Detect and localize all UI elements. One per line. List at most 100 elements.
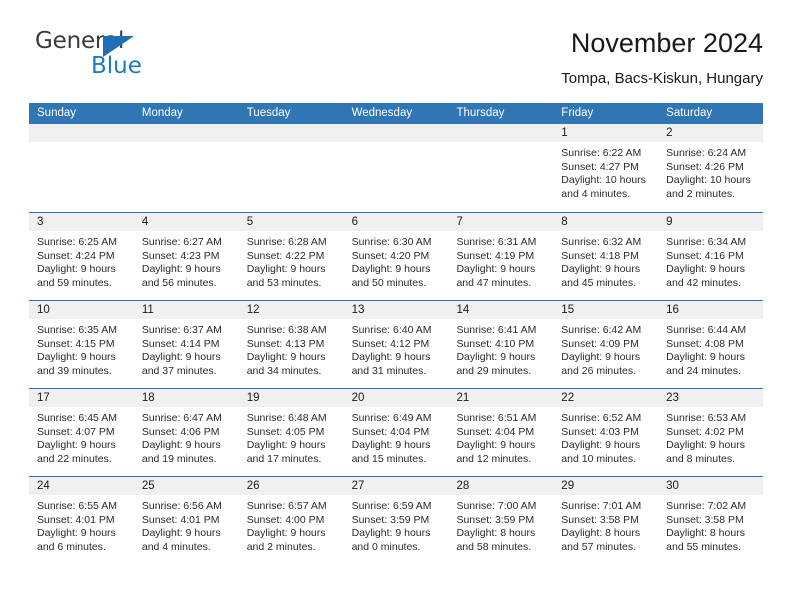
sunset-text: Sunset: 4:23 PM bbox=[141, 249, 220, 262]
sunrise-text: Sunrise: 6:53 AM bbox=[666, 412, 747, 424]
day-sun-info: Sunrise: 6:25 AM Sunset: 4:24 PM Daylight:… bbox=[29, 231, 134, 290]
calendar-day-cell[interactable]: 13 Sunrise: 6:40 AM Sunset: 4:12 PM Dayligh… bbox=[343, 301, 449, 388]
calendar-day-cell[interactable]: 19 Sunrise: 6:48 AM Sunset: 4:05 PM Dayligh… bbox=[238, 389, 344, 476]
sunset-text: Sunset: 4:00 PM bbox=[246, 513, 325, 526]
sunset-text: Sunset: 3:59 PM bbox=[456, 513, 535, 526]
calendar-day-cell[interactable]: 27 Sunrise: 6:59 AM Sunset: 3:59 PM Dayligh… bbox=[343, 477, 449, 564]
sunrise-text: Sunrise: 6:41 AM bbox=[456, 324, 537, 336]
sunrise-text: Sunrise: 6:45 AM bbox=[37, 412, 117, 424]
daylight-text: Daylight: 9 hours and 6 minutes. bbox=[37, 527, 116, 553]
sunset-text: Sunset: 4:15 PM bbox=[37, 337, 115, 350]
day-sun-info: Sunrise: 6:57 AM Sunset: 4:00 PM Daylight:… bbox=[239, 495, 344, 554]
day-number: 15 bbox=[553, 301, 659, 319]
calendar-day-cell[interactable]: 26 Sunrise: 6:57 AM Sunset: 4:00 PM Dayligh… bbox=[238, 477, 344, 564]
day-number bbox=[238, 124, 344, 142]
calendar-day-cell[interactable]: 16 Sunrise: 6:44 AM Sunset: 4:08 PM Dayligh… bbox=[658, 301, 764, 388]
daylight-text: Daylight: 9 hours and 47 minutes. bbox=[456, 263, 536, 289]
day-number: 4 bbox=[133, 213, 239, 231]
weekday-header-saturday: Saturday bbox=[666, 107, 713, 119]
calendar-day-cell[interactable]: 28 Sunrise: 7:00 AM Sunset: 3:59 PM Dayligh… bbox=[448, 477, 554, 564]
daylight-text: Daylight: 9 hours and 15 minutes. bbox=[351, 439, 431, 465]
daylight-text: Daylight: 9 hours and 50 minutes. bbox=[351, 263, 431, 289]
calendar-day-cell[interactable]: 11 Sunrise: 6:37 AM Sunset: 4:14 PM Dayligh… bbox=[133, 301, 239, 388]
calendar-day-cell[interactable]: 10 Sunrise: 6:35 AM Sunset: 4:15 PM Dayligh… bbox=[29, 301, 134, 388]
calendar-day-cell[interactable]: 14 Sunrise: 6:41 AM Sunset: 4:10 PM Dayligh… bbox=[448, 301, 554, 388]
calendar-day-cell[interactable]: 23 Sunrise: 6:53 AM Sunset: 4:02 PM Dayligh… bbox=[658, 389, 764, 476]
brand-logo[interactable]: General Blue bbox=[29, 26, 269, 88]
calendar-day-cell[interactable]: 3 Sunrise: 6:25 AM Sunset: 4:24 PM Daylight… bbox=[29, 213, 134, 300]
calendar-day-cell[interactable]: 29 Sunrise: 7:01 AM Sunset: 3:58 PM Dayligh… bbox=[553, 477, 659, 564]
daylight-text: Daylight: 10 hours and 2 minutes. bbox=[666, 174, 751, 200]
day-number: 1 bbox=[553, 124, 659, 142]
day-sun-info: Sunrise: 6:49 AM Sunset: 4:04 PM Daylight:… bbox=[344, 407, 449, 466]
day-sun-info: Sunrise: 6:22 AM Sunset: 4:27 PM Daylight:… bbox=[553, 142, 658, 201]
daylight-text: Daylight: 9 hours and 45 minutes. bbox=[561, 263, 641, 289]
day-sun-info: Sunrise: 6:47 AM Sunset: 4:06 PM Daylight:… bbox=[134, 407, 239, 466]
calendar-day-cell[interactable]: 21 Sunrise: 6:51 AM Sunset: 4:04 PM Dayligh… bbox=[448, 389, 554, 476]
calendar-day-cell[interactable]: 22 Sunrise: 6:52 AM Sunset: 4:03 PM Dayligh… bbox=[553, 389, 659, 476]
day-number: 17 bbox=[29, 389, 134, 407]
sunset-text: Sunset: 4:13 PM bbox=[246, 337, 325, 350]
calendar-day-cell[interactable]: 18 Sunrise: 6:47 AM Sunset: 4:06 PM Dayligh… bbox=[133, 389, 239, 476]
calendar-day-cell[interactable]: 24 Sunrise: 6:55 AM Sunset: 4:01 PM Dayligh… bbox=[29, 477, 134, 564]
calendar-day-cell[interactable]: 25 Sunrise: 6:56 AM Sunset: 4:01 PM Dayligh… bbox=[133, 477, 239, 564]
calendar-day-cell[interactable]: 2 Sunrise: 6:24 AM Sunset: 4:26 PM Daylight… bbox=[658, 124, 764, 212]
daylight-text: Daylight: 9 hours and 34 minutes. bbox=[246, 351, 326, 377]
daylight-text: Daylight: 9 hours and 8 minutes. bbox=[666, 439, 745, 465]
title-block: November 2024 Tompa, Bacs-Kiskun, Hungar… bbox=[561, 26, 763, 88]
sunrise-text: Sunrise: 6:38 AM bbox=[246, 324, 327, 336]
calendar-day-cell[interactable]: 1 Sunrise: 6:22 AM Sunset: 4:27 PM Daylight… bbox=[553, 124, 659, 212]
day-sun-info: Sunrise: 6:48 AM Sunset: 4:05 PM Daylight:… bbox=[239, 407, 344, 466]
sunset-text: Sunset: 4:26 PM bbox=[666, 160, 744, 173]
weekday-header-tuesday: Tuesday bbox=[246, 107, 291, 119]
day-sun-info: Sunrise: 6:45 AM Sunset: 4:07 PM Daylight:… bbox=[29, 407, 134, 466]
sunrise-text: Sunrise: 6:42 AM bbox=[561, 324, 642, 336]
calendar-week-row: 10 Sunrise: 6:35 AM Sunset: 4:15 PM Dayligh… bbox=[29, 300, 764, 388]
day-sun-info: Sunrise: 6:31 AM Sunset: 4:19 PM Daylight:… bbox=[448, 231, 553, 290]
day-sun-info: Sunrise: 6:27 AM Sunset: 4:23 PM Daylight:… bbox=[134, 231, 239, 290]
day-number bbox=[29, 124, 134, 142]
sunset-text: Sunset: 4:08 PM bbox=[666, 337, 744, 350]
calendar-day-cell[interactable]: 8 Sunrise: 6:32 AM Sunset: 4:18 PM Daylight… bbox=[553, 213, 659, 300]
calendar-day-cell[interactable]: 20 Sunrise: 6:49 AM Sunset: 4:04 PM Dayligh… bbox=[343, 389, 449, 476]
calendar-day-cell[interactable]: 6 Sunrise: 6:30 AM Sunset: 4:20 PM Daylight… bbox=[343, 213, 449, 300]
sunset-text: Sunset: 4:01 PM bbox=[141, 513, 220, 526]
sunset-text: Sunset: 4:01 PM bbox=[37, 513, 115, 526]
daylight-text: Daylight: 9 hours and 31 minutes. bbox=[351, 351, 431, 377]
sunrise-text: Sunrise: 6:59 AM bbox=[351, 500, 432, 512]
day-sun-info: Sunrise: 6:56 AM Sunset: 4:01 PM Daylight:… bbox=[134, 495, 239, 554]
sunset-text: Sunset: 4:04 PM bbox=[351, 425, 430, 438]
sunrise-text: Sunrise: 6:57 AM bbox=[246, 500, 327, 512]
sunrise-text: Sunrise: 6:37 AM bbox=[141, 324, 222, 336]
daylight-text: Daylight: 10 hours and 4 minutes. bbox=[561, 174, 646, 200]
daylight-text: Daylight: 9 hours and 42 minutes. bbox=[666, 263, 745, 289]
sunrise-text: Sunrise: 6:51 AM bbox=[456, 412, 537, 424]
sunrise-text: Sunrise: 6:44 AM bbox=[666, 324, 747, 336]
sunset-text: Sunset: 4:16 PM bbox=[666, 249, 744, 262]
sunset-text: Sunset: 4:18 PM bbox=[561, 249, 639, 262]
calendar-day-cell[interactable]: 5 Sunrise: 6:28 AM Sunset: 4:22 PM Daylight… bbox=[238, 213, 344, 300]
calendar-day-cell[interactable]: 7 Sunrise: 6:31 AM Sunset: 4:19 PM Daylight… bbox=[448, 213, 554, 300]
day-number: 18 bbox=[133, 389, 239, 407]
brand-name-blue: Blue bbox=[91, 53, 142, 79]
sunrise-text: Sunrise: 6:40 AM bbox=[351, 324, 432, 336]
daylight-text: Daylight: 9 hours and 29 minutes. bbox=[456, 351, 536, 377]
calendar-day-cell[interactable]: 9 Sunrise: 6:34 AM Sunset: 4:16 PM Daylight… bbox=[658, 213, 764, 300]
day-number: 11 bbox=[133, 301, 239, 319]
daylight-text: Daylight: 9 hours and 59 minutes. bbox=[37, 263, 116, 289]
sunrise-text: Sunrise: 7:01 AM bbox=[561, 500, 642, 512]
calendar-week-row: 17 Sunrise: 6:45 AM Sunset: 4:07 PM Dayligh… bbox=[29, 388, 764, 476]
day-number: 2 bbox=[658, 124, 764, 142]
sunrise-text: Sunrise: 6:27 AM bbox=[141, 236, 222, 248]
calendar-day-cell-empty bbox=[238, 124, 344, 212]
day-number: 29 bbox=[553, 477, 659, 495]
weekday-header-row: Sunday Monday Tuesday Wednesday Thursday Frid… bbox=[29, 103, 763, 124]
daylight-text: Daylight: 9 hours and 56 minutes. bbox=[141, 263, 221, 289]
calendar-day-cell[interactable]: 4 Sunrise: 6:27 AM Sunset: 4:23 PM Daylight… bbox=[133, 213, 239, 300]
calendar-day-cell[interactable]: 15 Sunrise: 6:42 AM Sunset: 4:09 PM Dayligh… bbox=[553, 301, 659, 388]
day-number: 25 bbox=[133, 477, 239, 495]
sunrise-text: Sunrise: 7:02 AM bbox=[666, 500, 747, 512]
calendar-day-cell[interactable]: 17 Sunrise: 6:45 AM Sunset: 4:07 PM Dayligh… bbox=[29, 389, 134, 476]
calendar-day-cell[interactable]: 12 Sunrise: 6:38 AM Sunset: 4:13 PM Dayligh… bbox=[238, 301, 344, 388]
calendar-day-cell[interactable]: 30 Sunrise: 7:02 AM Sunset: 3:58 PM Dayligh… bbox=[658, 477, 764, 564]
